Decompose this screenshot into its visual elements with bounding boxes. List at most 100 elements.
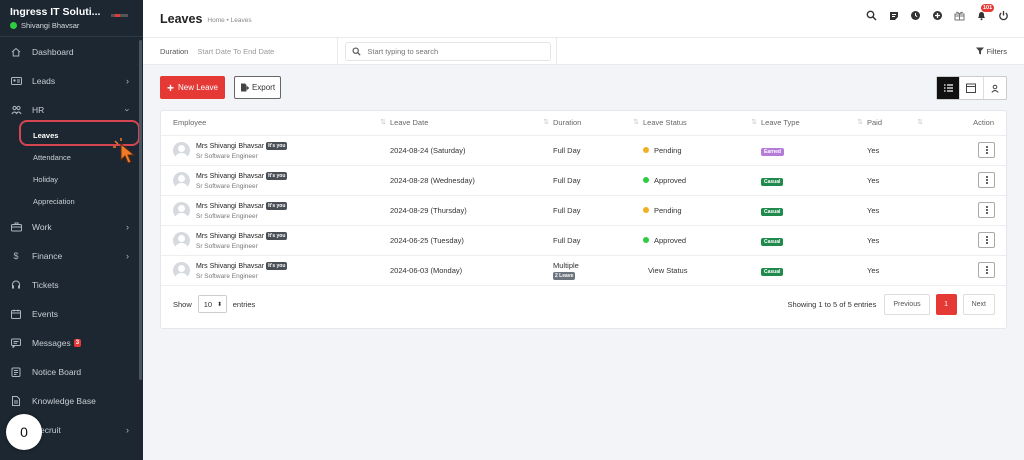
sidebar-item-tickets[interactable]: Tickets: [0, 270, 143, 299]
page-1-button[interactable]: 1: [935, 293, 957, 315]
leave-status-cell: Pending: [643, 195, 761, 226]
leave-date-cell: 2024-06-03 (Monday): [390, 255, 553, 286]
sidebar-item-events[interactable]: Events: [0, 299, 143, 328]
employee-name[interactable]: Mrs Shivangi Bhavsar: [196, 143, 264, 150]
kebab-menu-icon: [985, 176, 988, 184]
sidebar-item-notice-board[interactable]: Notice Board: [0, 357, 143, 386]
row-action-button[interactable]: [978, 142, 995, 158]
notification-count-badge: 101: [981, 4, 995, 12]
new-leave-button[interactable]: + New Leave: [160, 76, 225, 99]
sidebar-subitem-holiday[interactable]: Holiday: [0, 168, 143, 190]
employee-name[interactable]: Mrs Shivangi Bhavsar: [196, 203, 264, 210]
gift-icon[interactable]: [953, 9, 966, 22]
paid-cell: Yes: [867, 165, 927, 196]
row-action-button[interactable]: [978, 232, 995, 248]
employee-cell: Mrs Shivangi Bhavsar It's you Sr Software …: [161, 165, 390, 196]
leave-date-cell: 2024-08-28 (Wednesday): [390, 165, 553, 196]
show-label: Show: [173, 299, 192, 309]
next-page-button[interactable]: Next: [962, 293, 995, 315]
dollar-icon: $: [13, 250, 19, 261]
paid-cell: Yes: [867, 135, 927, 166]
avatar[interactable]: [173, 261, 190, 279]
personal-view-button[interactable]: [984, 77, 1006, 99]
list-view-button[interactable]: [937, 77, 961, 99]
bell-icon[interactable]: 101: [975, 4, 995, 22]
duration-cell: Full Day: [553, 135, 643, 166]
leave-date-cell: 2024-08-29 (Thursday): [390, 195, 553, 226]
action-cell: [927, 255, 1006, 286]
chat-icon: [10, 337, 22, 349]
calendar-icon: [10, 308, 22, 320]
sidebar-item-messages[interactable]: Messages 3: [0, 328, 143, 357]
search-box[interactable]: [345, 41, 552, 61]
leave-count-badge: 2 Leave: [553, 271, 576, 280]
column-header-leave-status[interactable]: Leave Status ⇅: [643, 111, 761, 136]
export-button[interactable]: Export: [234, 76, 281, 99]
avatar[interactable]: [173, 141, 190, 159]
sidebar-item-leads[interactable]: Leads ›: [0, 66, 143, 95]
entries-label: entries: [232, 299, 256, 309]
avatar[interactable]: [173, 231, 190, 249]
sticky-note-icon[interactable]: [887, 9, 900, 22]
leave-status-cell: Approved: [643, 225, 761, 256]
column-header-employee[interactable]: Employee ⇅: [161, 111, 390, 136]
leave-status[interactable]: View Status: [648, 266, 687, 275]
action-cell: [927, 165, 1006, 196]
divider: [556, 37, 558, 65]
messages-count-badge: 3: [73, 338, 82, 347]
column-header-paid[interactable]: Paid ⇅: [867, 111, 927, 136]
sidebar-item-work[interactable]: Work ›: [0, 212, 143, 241]
column-header-duration[interactable]: Duration ⇅: [553, 111, 643, 136]
row-action-button[interactable]: [978, 172, 995, 188]
date-range-picker[interactable]: Start Date To End Date: [197, 47, 337, 56]
duration-cell: Full Day: [553, 195, 643, 226]
column-header-leave-date[interactable]: Leave Date ⇅: [390, 111, 553, 136]
sidebar-scrollbar[interactable]: [139, 40, 142, 380]
leave-type-cell: Casual: [761, 225, 867, 256]
company-header[interactable]: Ingress IT Soluti... Shivangi Bhavsar: [0, 0, 143, 37]
counter-bubble[interactable]: 0: [6, 414, 42, 450]
paid-cell: Yes: [867, 225, 927, 256]
power-icon[interactable]: [997, 9, 1010, 22]
sidebar-item-label: Notice Board: [32, 366, 82, 377]
clock-icon[interactable]: [909, 9, 922, 22]
previous-page-button[interactable]: Previous: [884, 293, 930, 315]
sidebar-item-finance[interactable]: $ Finance ›: [0, 241, 143, 270]
clipboard-icon: [10, 366, 22, 378]
header-toolbar: 101: [865, 4, 1010, 22]
sidebar-item-knowledge-base[interactable]: Knowledge Base: [0, 386, 143, 415]
leaves-table-card: Employee ⇅ Leave Date ⇅ Duration ⇅ Leave St…: [160, 110, 1007, 329]
employee-name[interactable]: Mrs Shivangi Bhavsar: [196, 263, 264, 270]
calendar-view-button[interactable]: [960, 77, 984, 99]
avatar[interactable]: [173, 201, 190, 219]
leave-type-cell: Casual: [761, 195, 867, 226]
filters-button[interactable]: Filters: [975, 47, 1007, 56]
employee-cell: Mrs Shivangi Bhavsar It's you Sr Software …: [161, 255, 390, 286]
sidebar-subitem-appreciation[interactable]: Appreciation: [0, 190, 143, 212]
employee-name[interactable]: Mrs Shivangi Bhavsar: [196, 233, 264, 240]
row-action-button[interactable]: [978, 262, 995, 278]
sidebar: Ingress IT Soluti... Shivangi Bhavsar Da…: [0, 0, 143, 460]
user-icon: [991, 84, 999, 93]
online-status-icon: [10, 22, 17, 29]
sort-icon: ⇅: [751, 119, 757, 126]
employee-name[interactable]: Mrs Shivangi Bhavsar: [196, 173, 264, 180]
avatar[interactable]: [173, 171, 190, 189]
plus-circle-icon[interactable]: [931, 9, 944, 22]
page-size-select[interactable]: 10 ⬍: [197, 295, 227, 313]
employee-role: Sr Software Engineer: [196, 182, 258, 190]
row-action-button[interactable]: [978, 202, 995, 218]
sidebar-item-dashboard[interactable]: Dashboard: [0, 37, 143, 66]
export-icon: [240, 83, 249, 92]
leave-date-cell: 2024-06-25 (Tuesday): [390, 225, 553, 256]
users-icon: [10, 104, 22, 116]
employee-cell: Mrs Shivangi Bhavsar It's you Sr Software …: [161, 135, 390, 166]
employee-cell: Mrs Shivangi Bhavsar It's you Sr Software …: [161, 225, 390, 256]
leave-status: Pending: [654, 205, 682, 215]
leave-type-cell: Casual: [761, 255, 867, 286]
id-card-icon: [10, 75, 22, 87]
search-input[interactable]: [367, 46, 538, 56]
column-header-leave-type[interactable]: Leave Type ⇅: [761, 111, 867, 136]
duration-cell: Full Day: [553, 165, 643, 196]
search-icon[interactable]: [865, 9, 878, 22]
